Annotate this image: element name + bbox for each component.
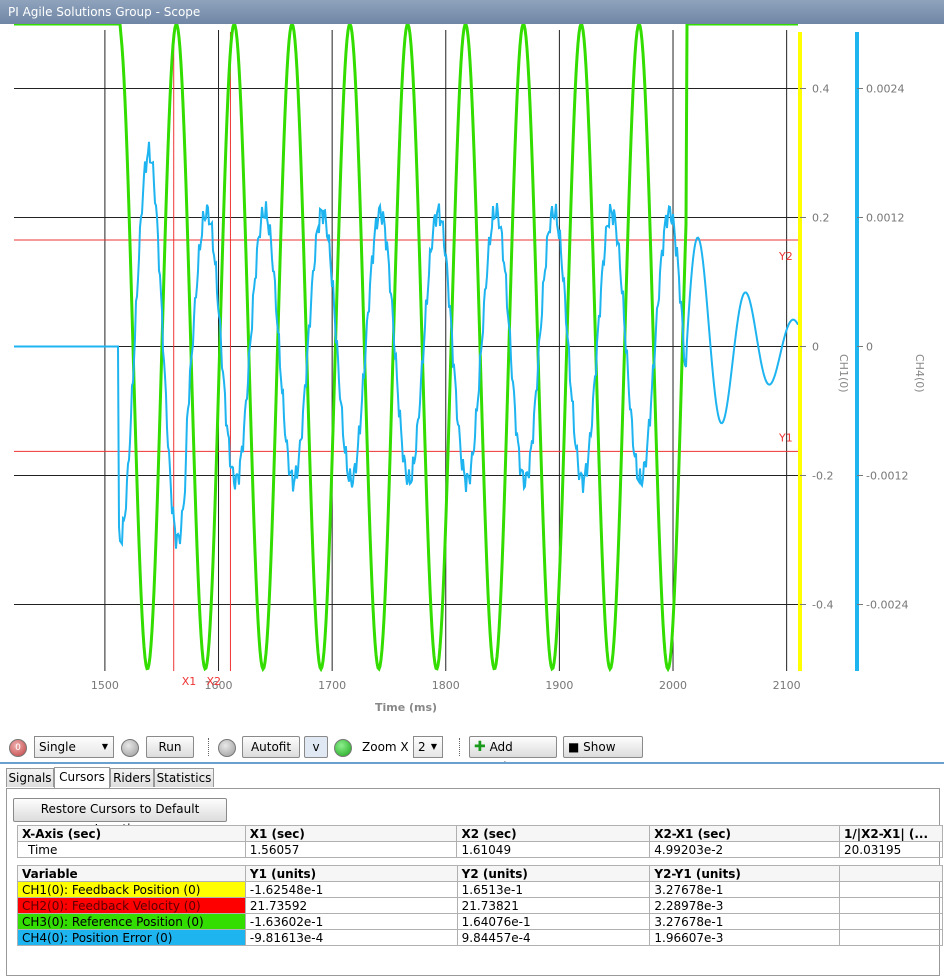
mode-select-value: Single — [39, 740, 76, 754]
table-cell: 2.28978e-3 — [649, 897, 841, 914]
x-tick-label: 1800 — [432, 679, 460, 692]
header-cell — [839, 865, 943, 882]
toolbar-separator — [459, 738, 463, 756]
scope-chart[interactable]: 0.4 0.2 0 -0.2 -0.4 0.0024 0.0012 0 -0.0012 -0.00… — [0, 20, 944, 734]
table-cell: 4.99203e-2 — [649, 841, 840, 858]
plus-icon: ✚ — [474, 739, 486, 755]
table-cell: 21.73821 — [456, 897, 651, 914]
x-axis-table: X-Axis (sec) X1 (sec) X2 (sec) X2-X1 (se… — [17, 825, 943, 858]
x-tick-label: 1900 — [545, 679, 573, 692]
table-row[interactable]: CH2(0): Feedback Velocity (0) 21.73592 2… — [17, 897, 943, 914]
table-cell: -1.62548e-1 — [244, 881, 458, 898]
header-cell: X-Axis (sec) — [17, 825, 246, 842]
x-tick-label: 1500 — [91, 679, 119, 692]
header-cell: Variable — [17, 865, 246, 882]
ch4-tick-label: -0.0024 — [866, 599, 908, 612]
variables-header-row: Variable Y1 (units) Y2 (units) Y2-Y1 (un… — [17, 865, 943, 882]
chevron-down-icon: ▼ — [101, 742, 108, 751]
table-cell: 1.61049 — [456, 841, 651, 858]
cube-icon: ■ — [568, 740, 580, 754]
ch1-tick-label: 0.2 — [812, 212, 830, 225]
cursor-x1-label: X1 — [182, 675, 197, 688]
tab-statistics[interactable]: Statistics — [154, 768, 214, 787]
autofit-indicator-icon — [218, 739, 236, 757]
ch1-tick-label: -0.4 — [812, 599, 833, 612]
table-cell: Time — [17, 841, 246, 858]
bottom-panel: Signals Cursors Riders Statistics Restor… — [0, 762, 944, 978]
variable-name-cell: CH4(0): Position Error (0) — [17, 929, 246, 946]
run-button[interactable]: Run — [146, 736, 194, 758]
header-cell: X2-X1 (sec) — [649, 825, 840, 842]
variable-name-cell: CH3(0): Reference Position (0) — [17, 913, 246, 930]
table-row[interactable]: CH1(0): Feedback Position (0) -1.62548e-… — [17, 881, 943, 898]
table-cell: 3.27678e-1 — [649, 881, 841, 898]
mode-select[interactable]: Single ▼ — [34, 736, 114, 758]
status-green-icon — [334, 739, 352, 757]
restore-cursors-button[interactable]: Restore Cursors to Default Location — [13, 798, 227, 836]
table-cell — [839, 897, 943, 914]
window-title: PI Agile Solutions Group - Scope — [8, 5, 201, 19]
cursor-y1-label: Y1 — [778, 431, 793, 444]
ch1-tick-label: 0.4 — [812, 83, 830, 96]
tab-signals[interactable]: Signals — [6, 768, 54, 787]
ch4-tick-label: 0 — [866, 341, 873, 354]
x-tick-label: 2000 — [659, 679, 687, 692]
table-cell: 1.56057 — [244, 841, 458, 858]
header-cell: 1/|X2-X1| (... — [839, 825, 943, 842]
x-tick-label: 1700 — [318, 679, 346, 692]
v-toggle-button[interactable]: v — [304, 736, 328, 758]
table-row[interactable]: CH4(0): Position Error (0) -9.81613e-4 9… — [17, 929, 943, 946]
table-cell: -9.81613e-4 — [244, 929, 458, 946]
table-cell: 20.03195 — [839, 841, 943, 858]
table-cell: 9.84457e-4 — [456, 929, 651, 946]
ch1-axis-title: CH1(0) — [837, 354, 850, 393]
header-cell: Y1 (units) — [244, 865, 458, 882]
ch4-tick-label: -0.0012 — [866, 470, 908, 483]
table-cell — [839, 913, 943, 930]
stop-indicator-icon[interactable]: 0 — [9, 739, 27, 757]
x-tick-label: 2100 — [773, 679, 801, 692]
tab-riders[interactable]: Riders — [110, 768, 154, 787]
cursor-y2-label: Y2 — [778, 250, 793, 263]
variable-name-cell: CH1(0): Feedback Position (0) — [17, 881, 246, 898]
ch4-tick-label: 0.0024 — [866, 83, 905, 96]
table-cell: -1.63602e-1 — [244, 913, 458, 930]
header-cell: Y2 (units) — [456, 865, 651, 882]
table-cell: 1.64076e-1 — [456, 913, 651, 930]
table-cell: 1.96607e-3 — [649, 929, 841, 946]
x-axis-header-row: X-Axis (sec) X1 (sec) X2 (sec) X2-X1 (se… — [17, 825, 943, 842]
show-3d-button[interactable]: ■ Show 3D — [563, 736, 643, 774]
toolbar-separator — [208, 738, 212, 756]
ch4-tick-label: 0.0012 — [866, 212, 905, 225]
table-cell — [839, 881, 943, 898]
variables-table: Variable Y1 (units) Y2 (units) Y2-Y1 (un… — [17, 865, 943, 946]
table-cell: 3.27678e-1 — [649, 913, 841, 930]
ch4-axis-title: CH4(0) — [913, 354, 926, 393]
zoom-x-value: 2 — [418, 740, 426, 754]
table-cell: 1.6513e-1 — [456, 881, 651, 898]
window-title-bar: PI Agile Solutions Group - Scope — [0, 0, 944, 24]
scope-toolbar: 0 Single ▼ Run Autofit v Zoom X 2 ▼ ✚ Ad… — [0, 734, 944, 774]
cursor-x2-label: X2 — [206, 675, 221, 688]
add-graph-button[interactable]: ✚ Add Graph — [469, 736, 557, 774]
ch1-tick-label: 0 — [812, 341, 819, 354]
table-cell — [839, 929, 943, 946]
variable-name-cell: CH2(0): Feedback Velocity (0) — [17, 897, 246, 914]
tab-cursors[interactable]: Cursors — [54, 767, 110, 788]
table-row[interactable]: Time 1.56057 1.61049 4.99203e-2 20.03195 — [17, 841, 943, 858]
zoom-x-select[interactable]: 2 ▼ — [413, 736, 443, 758]
chevron-down-icon: ▼ — [430, 742, 437, 751]
autofit-button[interactable]: Autofit — [242, 736, 300, 758]
run-indicator-icon — [121, 739, 139, 757]
table-cell: 21.73592 — [244, 897, 458, 914]
table-row[interactable]: CH3(0): Reference Position (0) -1.63602e… — [17, 913, 943, 930]
header-cell: Y2-Y1 (units) — [649, 865, 841, 882]
scope-plot-area[interactable]: 0.4 0.2 0 -0.2 -0.4 0.0024 0.0012 0 -0.0012 -0.00… — [0, 20, 944, 734]
cursors-tab-body: Restore Cursors to Default Location X-Ax… — [6, 788, 943, 976]
header-cell: X2 (sec) — [456, 825, 651, 842]
x-axis-title: Time (ms) — [375, 701, 437, 714]
ch1-tick-label: -0.2 — [812, 470, 833, 483]
zoom-x-label: Zoom X — [362, 740, 409, 754]
header-cell: X1 (sec) — [244, 825, 458, 842]
